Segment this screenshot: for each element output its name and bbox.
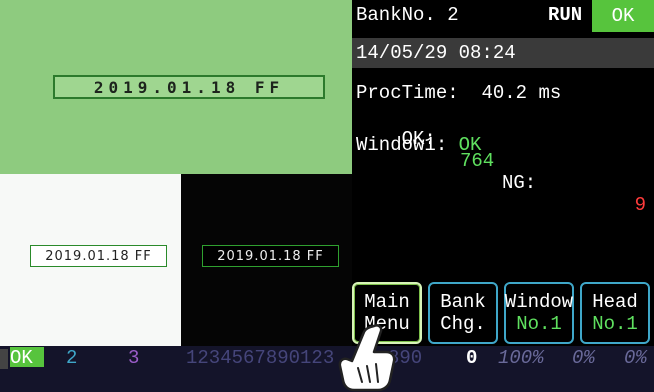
proctime-row: ProcTime: 40.2 ms — [356, 82, 561, 104]
proctime-value: 40.2 ms — [481, 82, 562, 104]
status-digits: 1234567890123 — [186, 347, 335, 369]
ng-count-label: NG: — [502, 172, 537, 194]
window-number-button[interactable]: Window No.1 — [504, 282, 574, 344]
info-panel: BankNo. 2 RUN OK 14/05/29 08:24 ProcTime… — [352, 0, 654, 282]
count-row: OK: 764 NG: 9 — [356, 106, 654, 238]
status-ok: OK — [10, 347, 44, 369]
datetime-display: 14/05/29 08:24 — [352, 38, 654, 68]
ocr-result-top: 2019.01.18 FF — [53, 75, 325, 99]
bank-change-line2: Chg. — [440, 313, 486, 335]
window-number-line1: Window — [504, 291, 574, 313]
bank-number: BankNo. 2 — [356, 4, 459, 26]
window-label: Window1: — [356, 134, 448, 156]
status-zero: 0 — [466, 347, 478, 369]
run-indicator: RUN — [548, 4, 583, 26]
result-badge: OK — [592, 0, 654, 32]
window-number-line2: No.1 — [516, 313, 562, 335]
ocr-result-bottom-right: 2019.01.18 FF — [202, 245, 339, 267]
ng-count-value: 9 — [634, 194, 646, 216]
status-window-2: 2 — [66, 347, 78, 369]
head-number-line2: No.1 — [592, 313, 638, 335]
window-result: OK — [458, 134, 482, 156]
status-percent-1: 100% — [498, 347, 544, 369]
status-percent-3: 0% — [624, 347, 647, 369]
pointing-hand-icon — [338, 324, 396, 392]
window-result-row: Window1: OK — [356, 134, 481, 156]
proctime-label: ProcTime: — [356, 82, 459, 104]
head-number-line1: Head — [592, 291, 638, 313]
status-percent-2: 0% — [572, 347, 595, 369]
bank-change-line1: Bank — [440, 291, 486, 313]
status-window-3: 3 — [128, 347, 140, 369]
status-marker — [0, 349, 8, 369]
bank-change-button[interactable]: Bank Chg. — [428, 282, 498, 344]
head-number-button[interactable]: Head No.1 — [580, 282, 650, 344]
main-menu-line1: Main — [364, 291, 410, 313]
ocr-result-bottom-left: 2019.01.18 FF — [30, 245, 167, 267]
